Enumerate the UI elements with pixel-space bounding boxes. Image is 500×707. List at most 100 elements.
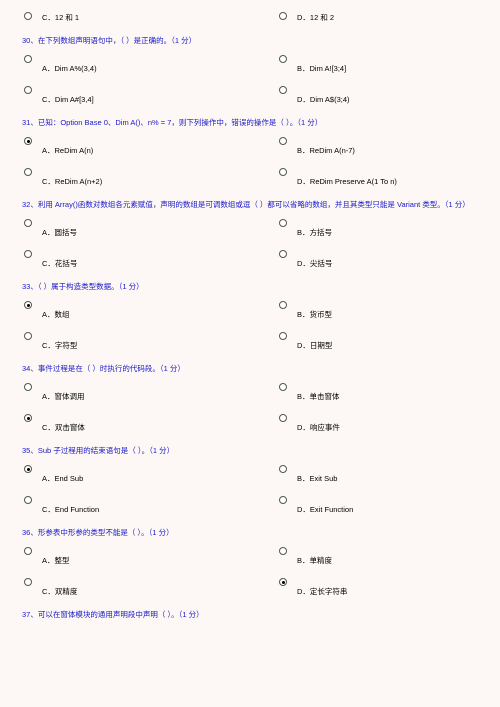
radio-icon[interactable] bbox=[24, 496, 32, 504]
option-row: A．圆括号 B．方括号 bbox=[22, 217, 482, 238]
option-B[interactable]: B．ReDim A(n-7) bbox=[277, 135, 482, 156]
radio-icon[interactable] bbox=[279, 86, 287, 94]
option-C[interactable]: C．花括号 bbox=[22, 248, 277, 269]
option-label: B．货币型 bbox=[297, 299, 332, 320]
radio-icon[interactable] bbox=[24, 168, 32, 176]
option-C[interactable]: C．Dim A#[3,4] bbox=[22, 84, 277, 105]
option-C[interactable]: C．ReDim A(n+2) bbox=[22, 166, 277, 187]
exam-page: C．12 和 1 D．12 和 2 30、在下列数组声明语句中，（ ）是正确的。（1… bbox=[0, 0, 500, 707]
option-label: D．Dim A$(3;4) bbox=[297, 84, 350, 105]
question-stem: 32、利用 Array()函数对数组各元素赋值，声明的数组是可调数组或逗（ ）都… bbox=[22, 199, 482, 211]
option-D[interactable]: D．Dim A$(3;4) bbox=[277, 84, 482, 105]
option-A[interactable]: A．数组 bbox=[22, 299, 277, 320]
radio-icon[interactable] bbox=[24, 414, 32, 422]
question-stem: 33、（ ）属于构造类型数据。（1 分） bbox=[22, 281, 482, 293]
radio-icon[interactable] bbox=[279, 55, 287, 63]
radio-icon[interactable] bbox=[24, 547, 32, 555]
option-label: A．窗体调用 bbox=[42, 381, 85, 402]
option-label: D．Exit Function bbox=[297, 494, 353, 515]
question-stem: 34、事件过程是在（ ）时执行的代码段。（1 分） bbox=[22, 363, 482, 375]
radio-icon[interactable] bbox=[279, 496, 287, 504]
option-B[interactable]: B．货币型 bbox=[277, 299, 482, 320]
option-D[interactable]: D．12 和 2 bbox=[277, 10, 482, 23]
option-D[interactable]: D．定长字符串 bbox=[277, 576, 482, 597]
radio-icon[interactable] bbox=[279, 578, 287, 586]
option-label: B．单击窗体 bbox=[297, 381, 340, 402]
radio-icon[interactable] bbox=[279, 414, 287, 422]
radio-icon[interactable] bbox=[279, 332, 287, 340]
radio-icon[interactable] bbox=[24, 301, 32, 309]
option-B[interactable]: B．单精度 bbox=[277, 545, 482, 566]
option-row: A．数组 B．货币型 bbox=[22, 299, 482, 320]
option-A[interactable]: A．ReDim A(n) bbox=[22, 135, 277, 156]
option-label: B．Exit Sub bbox=[297, 463, 337, 484]
option-label: B．ReDim A(n-7) bbox=[297, 135, 355, 156]
option-D[interactable]: D．尖括号 bbox=[277, 248, 482, 269]
radio-icon[interactable] bbox=[24, 383, 32, 391]
radio-icon[interactable] bbox=[279, 250, 287, 258]
radio-icon[interactable] bbox=[279, 465, 287, 473]
option-B[interactable]: B．Dim A![3;4] bbox=[277, 53, 482, 74]
radio-icon[interactable] bbox=[24, 86, 32, 94]
option-B[interactable]: B．方括号 bbox=[277, 217, 482, 238]
radio-icon[interactable] bbox=[279, 137, 287, 145]
option-row: C．ReDim A(n+2) D．ReDim Preserve A(1 To n) bbox=[22, 166, 482, 187]
radio-icon[interactable] bbox=[24, 219, 32, 227]
radio-icon[interactable] bbox=[279, 383, 287, 391]
option-label: B．单精度 bbox=[297, 545, 332, 566]
option-label: C．花括号 bbox=[42, 248, 77, 269]
radio-icon[interactable] bbox=[279, 547, 287, 555]
option-label: D．ReDim Preserve A(1 To n) bbox=[297, 166, 397, 187]
option-label: A．数组 bbox=[42, 299, 70, 320]
option-row: C．Dim A#[3,4] D．Dim A$(3;4) bbox=[22, 84, 482, 105]
option-row: C．字符型 D．日期型 bbox=[22, 330, 482, 351]
option-C[interactable]: C．双击窗体 bbox=[22, 412, 277, 433]
question-stem: 30、在下列数组声明语句中，（ ）是正确的。（1 分） bbox=[22, 35, 482, 47]
option-C[interactable]: C．End Function bbox=[22, 494, 277, 515]
radio-icon[interactable] bbox=[24, 465, 32, 473]
option-label: C．双精度 bbox=[42, 576, 77, 597]
option-label: A．圆括号 bbox=[42, 217, 77, 238]
option-D[interactable]: D．Exit Function bbox=[277, 494, 482, 515]
option-label: D．尖括号 bbox=[297, 248, 332, 269]
option-A[interactable]: A．整型 bbox=[22, 545, 277, 566]
option-label: C．Dim A#[3,4] bbox=[42, 84, 94, 105]
option-label: C．字符型 bbox=[42, 330, 77, 351]
option-label: D．响应事件 bbox=[297, 412, 340, 433]
radio-icon[interactable] bbox=[24, 250, 32, 258]
option-B[interactable]: B．Exit Sub bbox=[277, 463, 482, 484]
radio-icon[interactable] bbox=[279, 219, 287, 227]
option-label: A．Dim A%(3,4) bbox=[42, 53, 97, 74]
option-row: A．整型 B．单精度 bbox=[22, 545, 482, 566]
radio-icon[interactable] bbox=[279, 12, 287, 20]
option-D[interactable]: D．ReDim Preserve A(1 To n) bbox=[277, 166, 482, 187]
radio-icon[interactable] bbox=[24, 332, 32, 340]
option-row: C．双精度 D．定长字符串 bbox=[22, 576, 482, 597]
option-label: C．End Function bbox=[42, 494, 99, 515]
option-A[interactable]: A．窗体调用 bbox=[22, 381, 277, 402]
option-C[interactable]: C．12 和 1 bbox=[22, 10, 277, 23]
option-C[interactable]: C．字符型 bbox=[22, 330, 277, 351]
option-D[interactable]: D．响应事件 bbox=[277, 412, 482, 433]
option-row: C．双击窗体 D．响应事件 bbox=[22, 412, 482, 433]
option-A[interactable]: A．End Sub bbox=[22, 463, 277, 484]
option-D[interactable]: D．日期型 bbox=[277, 330, 482, 351]
option-row: C．花括号 D．尖括号 bbox=[22, 248, 482, 269]
option-label: D．12 和 2 bbox=[297, 10, 334, 23]
option-A[interactable]: A．Dim A%(3,4) bbox=[22, 53, 277, 74]
question-stem: 31、已知：Option Base 0、Dim A()、n% = 7，则下列操作… bbox=[22, 117, 482, 129]
radio-icon[interactable] bbox=[24, 137, 32, 145]
radio-icon[interactable] bbox=[24, 12, 32, 20]
option-row: C．End Function D．Exit Function bbox=[22, 494, 482, 515]
option-label: C．ReDim A(n+2) bbox=[42, 166, 102, 187]
option-label: A．ReDim A(n) bbox=[42, 135, 93, 156]
option-label: C．双击窗体 bbox=[42, 412, 85, 433]
option-row: A．窗体调用 B．单击窗体 bbox=[22, 381, 482, 402]
option-B[interactable]: B．单击窗体 bbox=[277, 381, 482, 402]
option-A[interactable]: A．圆括号 bbox=[22, 217, 277, 238]
radio-icon[interactable] bbox=[279, 168, 287, 176]
radio-icon[interactable] bbox=[24, 578, 32, 586]
radio-icon[interactable] bbox=[279, 301, 287, 309]
radio-icon[interactable] bbox=[24, 55, 32, 63]
option-C[interactable]: C．双精度 bbox=[22, 576, 277, 597]
